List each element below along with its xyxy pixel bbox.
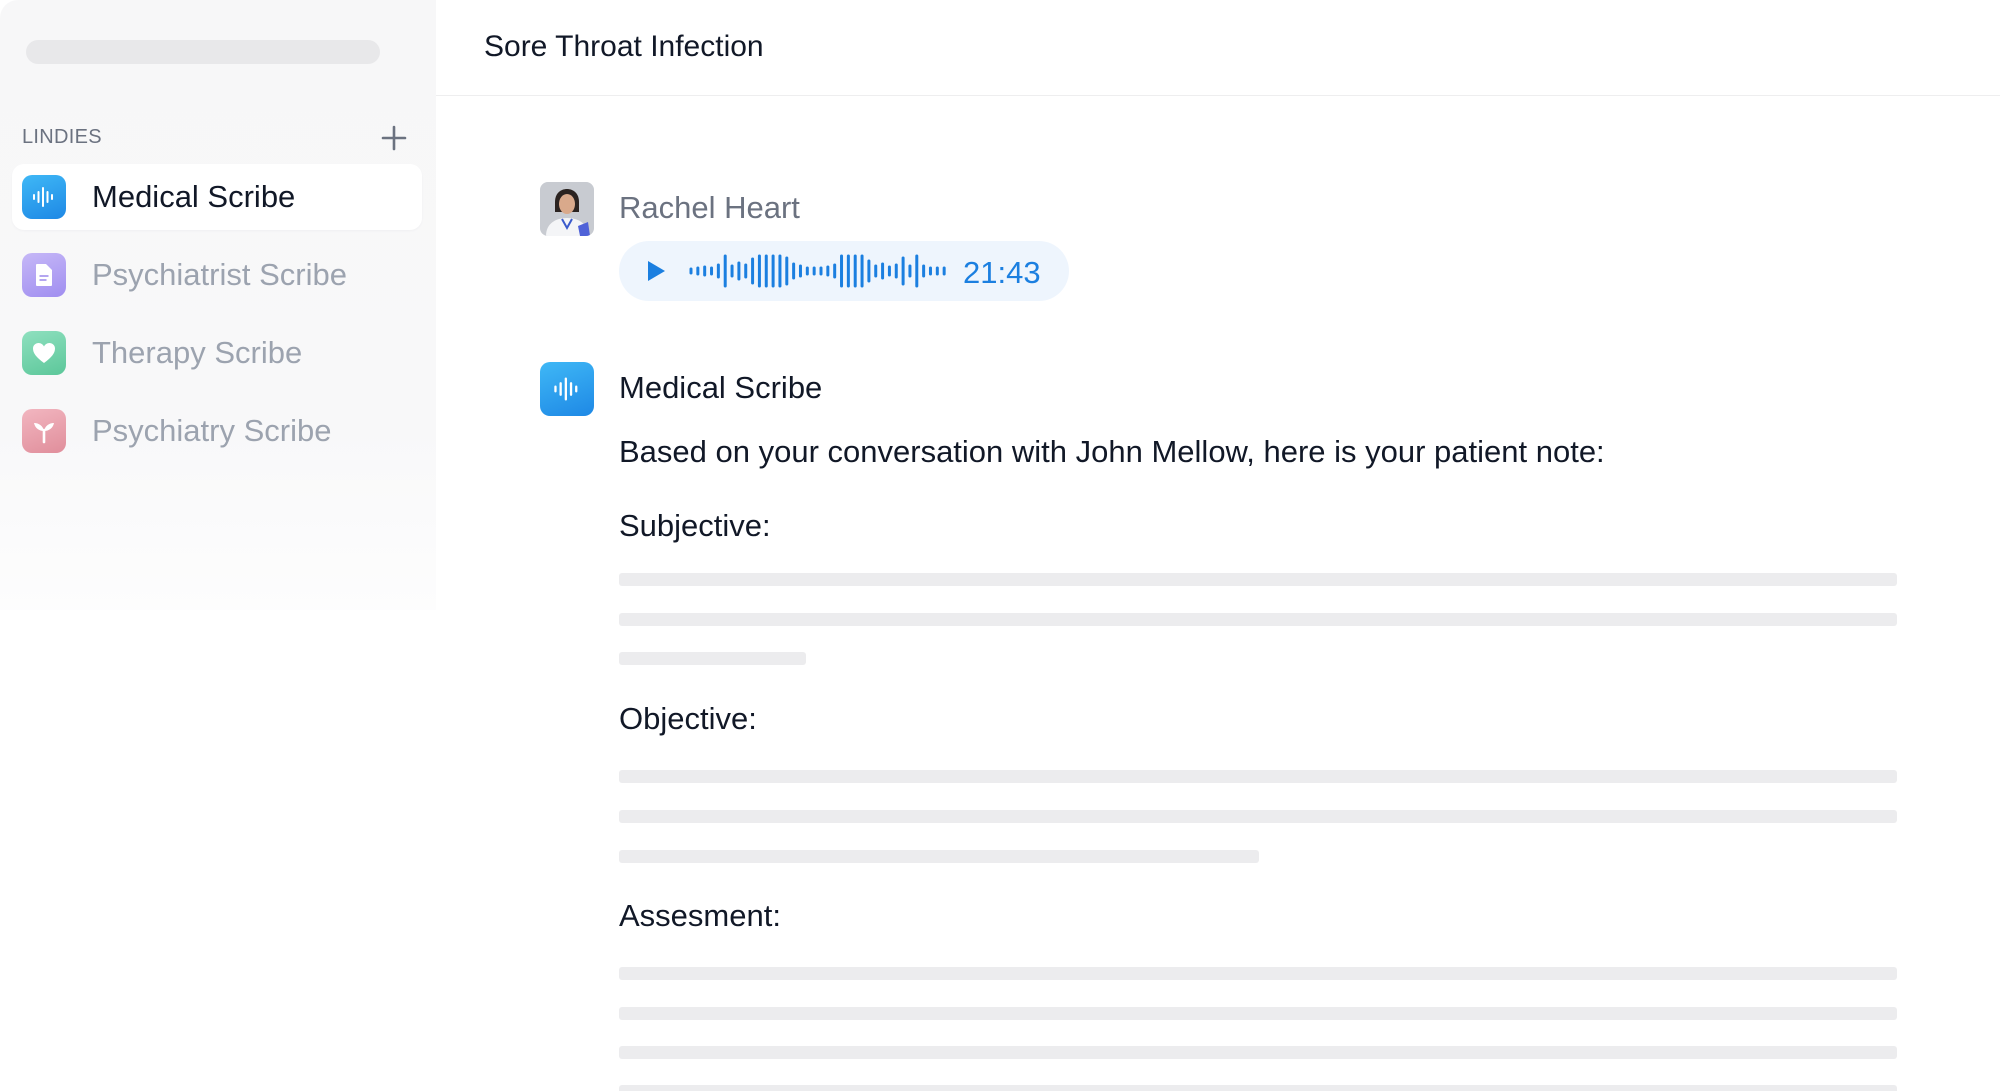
text-skeleton-line xyxy=(619,1007,1897,1020)
text-skeleton-line xyxy=(619,967,1897,980)
section-label: LINDIES xyxy=(22,126,102,148)
audio-waveform[interactable] xyxy=(687,253,947,289)
play-icon[interactable] xyxy=(641,257,669,285)
sidebar-item-label: Therapy Scribe xyxy=(92,335,303,370)
sidebar-item-label: Psychiatrist Scribe xyxy=(92,257,347,292)
heart-icon xyxy=(22,331,66,375)
note-section-title: Assesment: xyxy=(619,898,781,933)
text-skeleton-line xyxy=(619,1085,1897,1091)
text-skeleton-line xyxy=(619,652,806,665)
bot-sender-name: Medical Scribe xyxy=(619,370,823,405)
sidebar-item-label: Psychiatry Scribe xyxy=(92,413,332,448)
avatar xyxy=(540,182,594,236)
audio-player[interactable]: 21:43 xyxy=(619,241,1069,301)
sender-name: Rachel Heart xyxy=(619,190,800,225)
text-skeleton-line xyxy=(619,613,1897,626)
document-icon xyxy=(22,253,66,297)
note-section-title: Objective: xyxy=(619,701,757,736)
sidebar-item-medical-scribe[interactable]: Medical Scribe xyxy=(12,164,422,230)
lindies-section-header: LINDIES xyxy=(22,120,420,156)
text-skeleton-line xyxy=(619,770,1897,783)
text-skeleton-line xyxy=(619,850,1259,863)
audio-duration: 21:43 xyxy=(963,255,1041,290)
text-skeleton-line xyxy=(619,810,1897,823)
page-title: Sore Throat Infection xyxy=(484,30,764,63)
note-section-title: Subjective: xyxy=(619,508,771,543)
search-bar-placeholder[interactable] xyxy=(26,40,380,64)
sidebar: LINDIES Medical Scribe Psychiatrist Scri… xyxy=(0,0,436,610)
sprout-icon xyxy=(22,409,66,453)
sidebar-item-psychiatrist-scribe[interactable]: Psychiatrist Scribe xyxy=(12,242,422,308)
text-skeleton-line xyxy=(619,573,1897,586)
waveform-icon xyxy=(22,175,66,219)
note-intro: Based on your conversation with John Mel… xyxy=(619,434,1605,469)
sidebar-item-label: Medical Scribe xyxy=(92,179,296,214)
waveform-icon xyxy=(540,362,594,416)
sidebar-item-psychiatry-scribe[interactable]: Psychiatry Scribe xyxy=(12,398,422,464)
page-header: Sore Throat Infection xyxy=(436,0,2000,96)
text-skeleton-line xyxy=(619,1046,1897,1059)
sidebar-item-therapy-scribe[interactable]: Therapy Scribe xyxy=(12,320,422,386)
plus-icon xyxy=(381,125,407,151)
add-lindy-button[interactable] xyxy=(378,122,410,154)
